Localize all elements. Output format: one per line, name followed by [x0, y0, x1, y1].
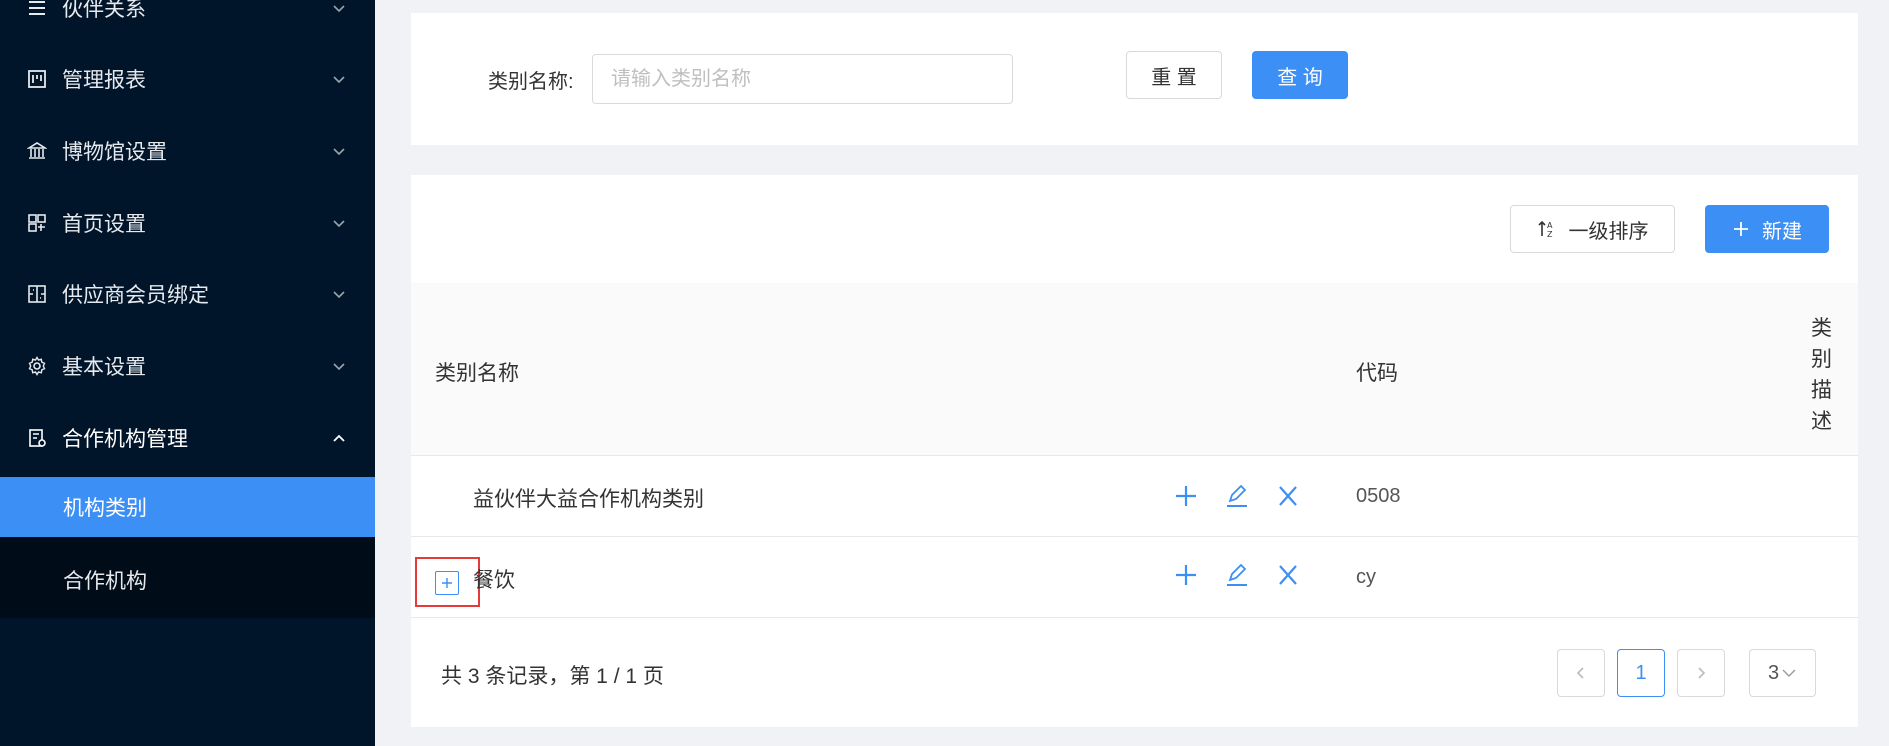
svg-text:A: A [1547, 221, 1553, 230]
new-button[interactable]: 新建 [1705, 205, 1829, 253]
delete-icon[interactable] [1270, 478, 1306, 514]
prev-page-button[interactable] [1557, 649, 1605, 697]
chevron-left-icon [1576, 667, 1584, 679]
sort-icon: AZ [1537, 219, 1557, 239]
row-name: 餐饮 [473, 569, 515, 592]
sort-button-label: 一级排序 [1568, 220, 1649, 243]
sidebar-item-reports[interactable]: 管理报表 [0, 43, 375, 115]
menu-lines-icon [26, 0, 48, 19]
expand-row-button[interactable] [435, 571, 459, 595]
chevron-down-icon [331, 358, 347, 374]
svg-text:Z: Z [1547, 230, 1553, 239]
chevron-down-icon [1781, 666, 1797, 680]
category-name-input[interactable] [592, 54, 1013, 104]
sidebar-item-label: 伙伴关系 [62, 0, 146, 21]
table-header: 类别名称 代码 类别描述 [411, 283, 1858, 456]
chevron-down-icon [331, 0, 347, 16]
chevron-down-icon [331, 143, 347, 159]
next-page-button[interactable] [1677, 649, 1725, 697]
sidebar-item-supplier-binding[interactable]: 供应商会员绑定 [0, 258, 375, 330]
search-label: 类别名称: [488, 71, 574, 93]
plus-icon [1732, 220, 1750, 238]
gear-icon [26, 355, 48, 377]
table-row: 益伙伴大益合作机构类别 0508 [411, 456, 1858, 537]
page-size-value: 3 [1767, 661, 1780, 684]
plus-icon [442, 578, 452, 588]
highlight-box [415, 557, 480, 607]
row-actions [1168, 478, 1321, 514]
sidebar-item-label: 供应商会员绑定 [62, 284, 209, 307]
sidebar-item-label: 基本设置 [62, 356, 146, 379]
sidebar-item-label: 博物馆设置 [62, 141, 167, 164]
org-manage-icon [26, 427, 48, 449]
row-name: 益伙伴大益合作机构类别 [473, 488, 704, 511]
query-button[interactable]: 查 询 [1252, 51, 1348, 99]
chevron-right-icon [1698, 667, 1706, 679]
page-size-select[interactable]: 3 [1749, 649, 1816, 697]
table-panel: AZ 一级排序 新建 类别名称 代码 类别描述 益伙伴大益合作机构类别 0508 [411, 175, 1858, 727]
reset-button[interactable]: 重 置 [1126, 51, 1222, 99]
new-button-label: 新建 [1762, 220, 1802, 243]
row-actions [1168, 557, 1321, 593]
sidebar: 伙伴关系 管理报表 博物馆设置 首页设置 供应商会员绑定 基本设置 合作机构管理… [0, 0, 375, 746]
sidebar-item-museum[interactable]: 博物馆设置 [0, 115, 375, 187]
delete-icon[interactable] [1270, 557, 1306, 593]
supplier-icon [26, 283, 48, 305]
sidebar-item-label: 首页设置 [62, 213, 146, 236]
sidebar-item-partner[interactable]: 伙伴关系 [0, 0, 375, 44]
sidebar-item-home-settings[interactable]: 首页设置 [0, 187, 375, 259]
sidebar-subitem-partner-org[interactable]: 合作机构 [0, 550, 375, 610]
sidebar-item-partner-org-management[interactable]: 合作机构管理 [0, 402, 375, 474]
row-code: 0508 [1356, 485, 1401, 507]
sidebar-item-basic-settings[interactable]: 基本设置 [0, 330, 375, 402]
search-panel: 类别名称: 重 置 查 询 [411, 13, 1858, 145]
sidebar-item-label: 管理报表 [62, 69, 146, 92]
column-header-code: 代码 [1356, 362, 1398, 385]
report-icon [26, 68, 48, 90]
chevron-down-icon [331, 286, 347, 302]
column-header-name: 类别名称 [435, 362, 519, 385]
chevron-down-icon [331, 215, 347, 231]
row-code: cy [1356, 566, 1376, 588]
chevron-down-icon [331, 71, 347, 87]
sidebar-item-label: 合作机构管理 [62, 428, 188, 451]
pagination-info: 共 3 条记录，第 1 / 1 页 [441, 665, 664, 688]
column-header-desc: 类别描述 [1811, 317, 1832, 433]
museum-icon [26, 140, 48, 162]
chevron-up-icon [331, 430, 347, 446]
add-child-icon[interactable] [1168, 557, 1204, 593]
table-row: 餐饮 cy [411, 537, 1858, 618]
home-layout-icon [26, 212, 48, 234]
page-number-button[interactable]: 1 [1617, 649, 1665, 697]
edit-icon[interactable] [1219, 557, 1255, 593]
sidebar-subitem-org-category[interactable]: 机构类别 [0, 477, 375, 537]
edit-icon[interactable] [1219, 478, 1255, 514]
first-level-sort-button[interactable]: AZ 一级排序 [1510, 205, 1675, 253]
add-child-icon[interactable] [1168, 478, 1204, 514]
